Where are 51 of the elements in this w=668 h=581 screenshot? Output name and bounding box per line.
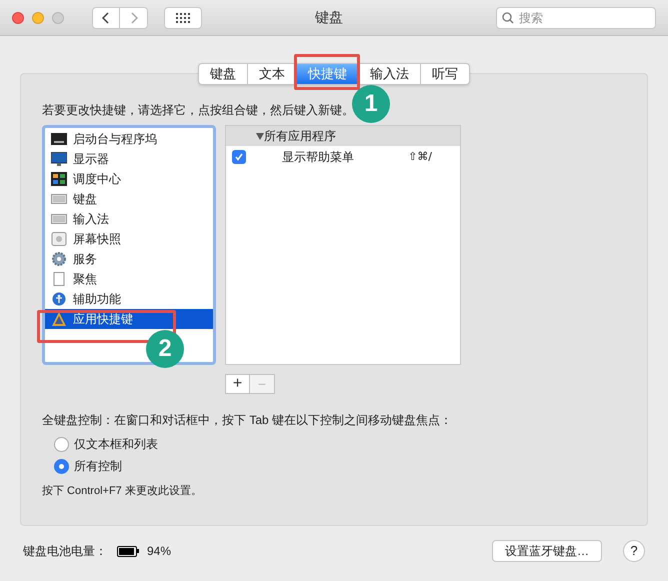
category-item[interactable]: 服务: [45, 249, 213, 269]
app-icon: [51, 312, 67, 326]
close-button[interactable]: [12, 12, 24, 24]
tab[interactable]: 文本: [247, 64, 296, 84]
group-header[interactable]: 所有应用程序: [226, 126, 460, 146]
tab[interactable]: 听写: [420, 64, 469, 84]
show-all-button[interactable]: [164, 6, 202, 28]
back-button[interactable]: [92, 6, 120, 28]
checkbox[interactable]: [232, 150, 246, 164]
keyboard-access-label: 全键盘控制：在窗口和对话框中，按下 Tab 键在以下控制之间移动键盘焦点：: [42, 412, 454, 429]
help-button[interactable]: ?: [623, 540, 645, 562]
grid-icon: [176, 12, 190, 22]
disclosure-icon: [256, 132, 264, 140]
category-item[interactable]: 显示器: [45, 149, 213, 169]
chevron-right-icon: [130, 12, 138, 24]
monitor-icon: [51, 152, 67, 166]
hint-text: 按下 Control+F7 来更改此设置。: [42, 484, 203, 499]
shortcut-keys: ⇧⌘/: [408, 148, 432, 166]
category-item[interactable]: 聚焦: [45, 269, 213, 289]
document-icon: [51, 272, 67, 286]
category-item[interactable]: 启动台与程序坞: [45, 129, 213, 149]
category-item[interactable]: 调度中心: [45, 169, 213, 189]
checkmark-icon: [234, 152, 244, 162]
dock-icon: [51, 132, 67, 146]
chevron-left-icon: [102, 12, 110, 24]
category-item[interactable]: 屏幕快照: [45, 229, 213, 249]
instruction-text: 若要更改快捷键，请选择它，点按组合键，然后键入新键。: [42, 102, 354, 119]
tab[interactable]: 键盘: [199, 64, 247, 84]
battery-icon: [117, 546, 137, 556]
keyboard-icon: [51, 212, 67, 226]
search-field[interactable]: 搜索: [496, 6, 656, 28]
tab[interactable]: 输入法: [358, 64, 420, 84]
search-icon: [502, 12, 514, 24]
camera-icon: [51, 232, 67, 246]
windows-icon: [51, 172, 67, 186]
minimize-button[interactable]: [32, 12, 44, 24]
category-item[interactable]: 输入法: [45, 209, 213, 229]
shortcut-name: 显示帮助菜单: [282, 149, 355, 166]
highlight-frame: [294, 54, 360, 90]
setup-bluetooth-button[interactable]: 设置蓝牙键盘…: [492, 540, 602, 562]
window-title: 键盘: [315, 8, 343, 27]
radio-label: 所有控制: [74, 458, 122, 475]
radio-label: 仅文本框和列表: [74, 436, 158, 453]
gear-icon: [51, 252, 67, 266]
category-item[interactable]: 辅助功能: [45, 289, 213, 309]
battery-reading: 94%: [147, 543, 172, 560]
keyboard-icon: [51, 192, 67, 206]
add-button[interactable]: +: [225, 374, 250, 394]
battery-label: 键盘电池电量：: [23, 543, 107, 560]
accessibility-icon: [51, 292, 67, 306]
category-item[interactable]: 键盘: [45, 189, 213, 209]
